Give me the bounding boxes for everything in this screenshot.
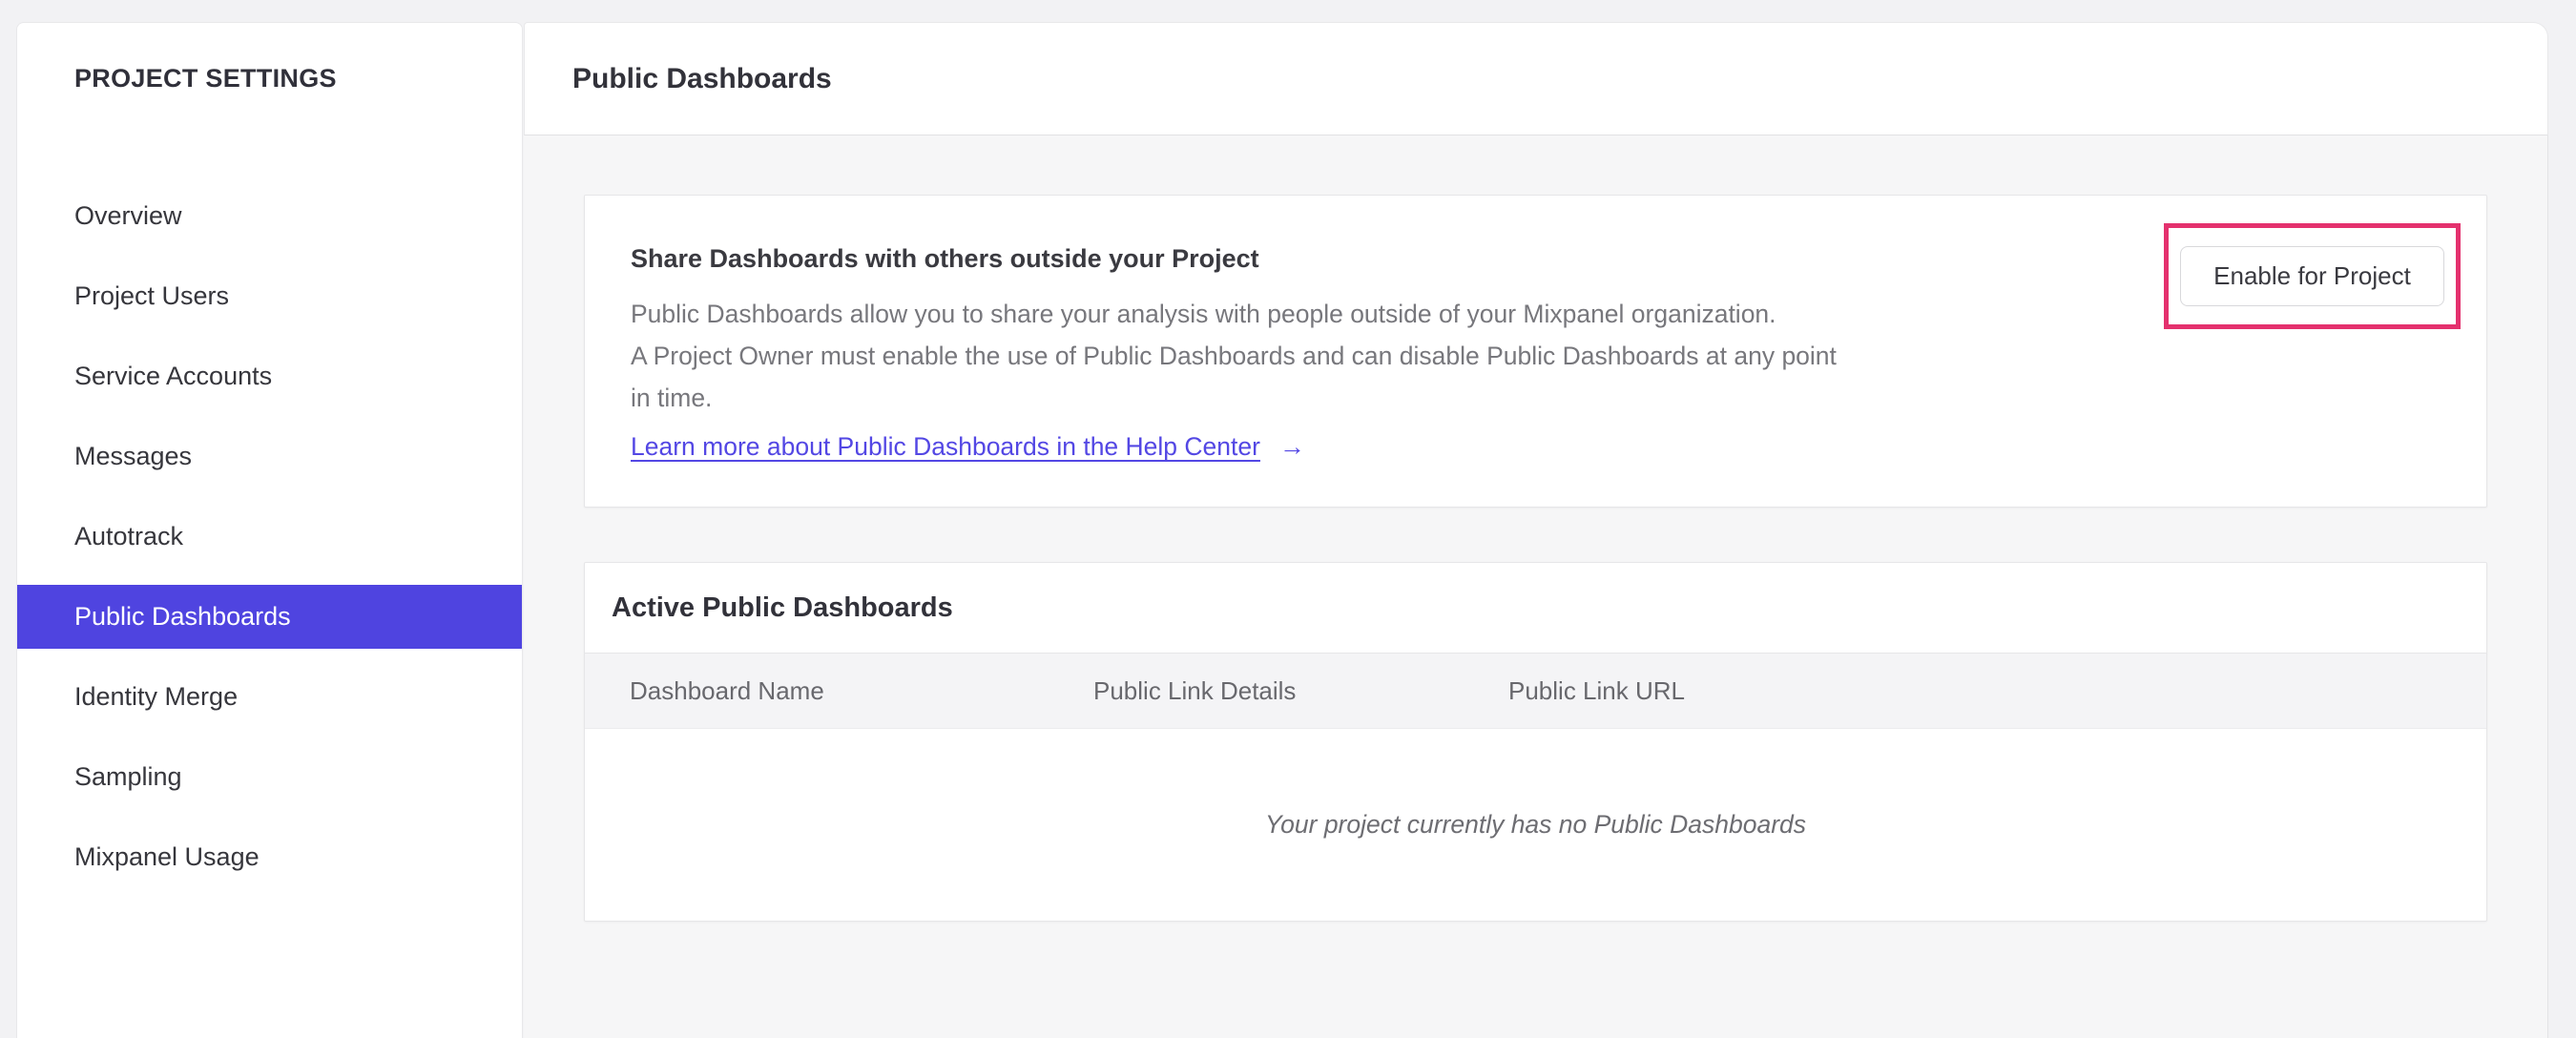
sidebar-item-label: Project Users — [74, 281, 230, 310]
column-header-public-link-url: Public Link URL — [1508, 675, 1685, 705]
sidebar-item-label: Overview — [74, 201, 182, 230]
active-card-title-row: Active Public Dashboards — [585, 563, 2486, 654]
sidebar-item-label: Autotrack — [74, 522, 184, 550]
arrow-right-icon: → — [1278, 432, 1305, 461]
sidebar-item-overview[interactable]: Overview — [17, 184, 522, 248]
sidebar-item-service-accounts[interactable]: Service Accounts — [17, 344, 522, 408]
sidebar-item-label: Service Accounts — [74, 362, 273, 390]
active-card-title: Active Public Dashboards — [612, 592, 953, 623]
sidebar-item-public-dashboards[interactable]: Public Dashboards — [17, 585, 522, 649]
sidebar-item-messages[interactable]: Messages — [17, 425, 522, 488]
active-public-dashboards-card: Active Public Dashboards Dashboard Name … — [584, 562, 2487, 922]
sidebar-item-label: Messages — [74, 442, 193, 470]
annotation-highlight-box: Enable for Project — [2164, 223, 2461, 329]
dashboards-table-header: Dashboard Name Public Link Details Publi… — [585, 654, 2486, 729]
column-header-dashboard-name: Dashboard Name — [630, 675, 824, 705]
help-center-link[interactable]: Learn more about Public Dashboards in th… — [631, 432, 1260, 462]
sidebar-item-label: Public Dashboards — [74, 602, 291, 631]
sidebar-title: PROJECT SETTINGS — [74, 64, 337, 93]
sidebar-item-sampling[interactable]: Sampling — [17, 745, 522, 809]
sidebar-item-identity-merge[interactable]: Identity Merge — [17, 665, 522, 729]
sidebar-item-label: Mixpanel Usage — [74, 842, 260, 871]
description-line: A Project Owner must enable the use of P… — [631, 342, 1837, 370]
sidebar-item-autotrack[interactable]: Autotrack — [17, 505, 522, 569]
sidebar-item-label: Identity Merge — [74, 682, 239, 711]
help-center-link-row: Learn more about Public Dashboards in th… — [631, 432, 2486, 462]
column-header-public-link-details: Public Link Details — [1093, 675, 1297, 705]
page-title: Public Dashboards — [572, 62, 832, 94]
description-line: in time. — [631, 384, 713, 412]
sidebar-item-project-users[interactable]: Project Users — [17, 264, 522, 328]
main-content: Share Dashboards with others outside you… — [524, 135, 2548, 1038]
empty-state-message: Your project currently has no Public Das… — [1264, 810, 1807, 839]
sidebar-item-mixpanel-usage[interactable]: Mixpanel Usage — [17, 825, 522, 889]
project-settings-sidebar: PROJECT SETTINGS Overview Project Users … — [16, 22, 523, 1038]
share-dashboards-card: Share Dashboards with others outside you… — [584, 195, 2487, 508]
sidebar-nav: Overview Project Users Service Accounts … — [17, 184, 522, 905]
enable-for-project-button[interactable]: Enable for Project — [2180, 246, 2444, 306]
sidebar-item-label: Sampling — [74, 762, 182, 791]
main-header: Public Dashboards — [524, 22, 2548, 135]
project-settings-page: PROJECT SETTINGS Overview Project Users … — [0, 0, 2576, 1038]
